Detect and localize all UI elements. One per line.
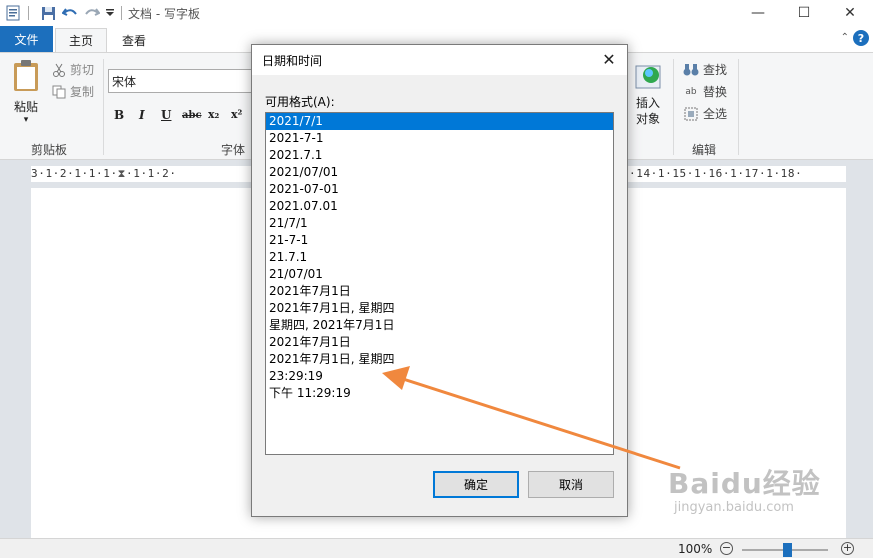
font-group-label: 字体 — [221, 143, 246, 157]
cut-label: 剪切 — [70, 63, 95, 77]
dialog-close-button[interactable]: ✕ — [599, 50, 619, 70]
strikethrough-button[interactable]: abc — [182, 110, 202, 121]
format-list-item[interactable]: 21.7.1 — [266, 249, 613, 266]
find-label: 查找 — [703, 63, 728, 77]
clipboard-group-label: 剪贴板 — [31, 143, 68, 157]
paste-button[interactable]: 粘贴 ▾ — [8, 59, 44, 125]
undo-icon[interactable] — [61, 4, 79, 22]
copy-label: 复制 — [70, 85, 95, 99]
italic-button[interactable]: I — [139, 108, 145, 122]
date-time-dialog: 日期和时间 ✕ 可用格式(A): 2021/7/1 2021-7-1 2021.7.… — [251, 44, 628, 517]
zoom-slider-thumb[interactable] — [783, 543, 792, 557]
format-list-item[interactable]: 21/7/1 — [266, 215, 613, 232]
underline-button[interactable]: U — [161, 108, 171, 122]
binoculars-icon — [683, 62, 699, 78]
formats-listbox[interactable]: 2021/7/1 2021-7-1 2021.7.1 2021/07/01 2021-0… — [265, 112, 614, 455]
clipboard-icon — [14, 60, 38, 91]
insert-object-button[interactable]: 插入 对象 — [630, 63, 666, 127]
window-title: 文档 - 写字板 — [128, 6, 200, 21]
redo-icon[interactable] — [83, 4, 101, 22]
format-list-item[interactable]: 21-7-1 — [266, 232, 613, 249]
group-divider — [738, 59, 739, 155]
cancel-button[interactable]: 取消 — [528, 471, 614, 498]
insert-object-label-2: 对象 — [635, 112, 660, 126]
cut-button[interactable]: 剪切 — [52, 61, 94, 78]
customize-toolbar-icon[interactable] — [105, 4, 115, 22]
replace-icon: ab — [685, 86, 697, 97]
edit-group-label: 编辑 — [692, 143, 717, 157]
format-list-item[interactable]: 23:29:19 — [266, 368, 613, 385]
close-window-button[interactable]: ✕ — [827, 0, 873, 26]
format-list-item[interactable]: 2021/07/01 — [266, 164, 613, 181]
watermark-sub: jingyan.baidu.com — [674, 500, 794, 515]
select-all-icon — [683, 106, 699, 122]
format-list-item[interactable]: 21/07/01 — [266, 266, 613, 283]
select-all-button[interactable]: 全选 — [683, 105, 727, 122]
format-list-item[interactable]: 下午 11:29:19 — [266, 385, 613, 402]
scissors-icon — [52, 63, 66, 77]
superscript-button[interactable]: x² — [231, 108, 242, 121]
replace-button[interactable]: ab 替换 — [683, 83, 727, 100]
format-list-item[interactable]: 2021年7月1日, 星期四 — [266, 300, 613, 317]
group-divider — [673, 59, 674, 155]
app-icon — [4, 4, 22, 22]
title-bar: 文档 - 写字板 — ☐ ✕ — [0, 0, 873, 26]
format-list-item[interactable]: 2021.7.1 — [266, 147, 613, 164]
format-list-item[interactable]: 2021-07-01 — [266, 181, 613, 198]
insert-object-label-1: 插入 — [635, 96, 660, 110]
indent-marker-icon[interactable]: ⧗ — [118, 167, 126, 180]
paste-dropdown-icon[interactable]: ▾ — [8, 115, 44, 125]
divider — [28, 6, 29, 20]
help-icon[interactable]: ? — [853, 30, 869, 46]
format-list-item[interactable]: 星期四, 2021年7月1日 — [266, 317, 613, 334]
find-button[interactable]: 查找 — [683, 61, 727, 78]
window-controls: — ☐ ✕ — [735, 0, 873, 26]
dialog-title-bar: 日期和时间 ✕ — [252, 45, 627, 75]
format-list-item[interactable]: 2021年7月1日 — [266, 283, 613, 300]
baidu-watermark: Baidu经验 jingyan.baidu.com — [668, 462, 821, 515]
tab-file[interactable]: 文件 — [0, 26, 53, 52]
paste-label: 粘贴 — [13, 100, 38, 114]
font-name-box[interactable]: 宋体 — [108, 69, 258, 93]
tab-view[interactable]: 查看 — [110, 28, 158, 52]
dialog-title: 日期和时间 — [262, 53, 323, 68]
format-list-item[interactable]: 2021年7月1日 — [266, 334, 613, 351]
group-divider — [103, 59, 104, 155]
formats-label: 可用格式(A): — [265, 95, 335, 109]
minimize-button[interactable]: — — [735, 0, 781, 26]
ruler-left-ticks: 3·1·2·1·1·1· — [31, 167, 118, 180]
tab-home[interactable]: 主页 — [55, 28, 107, 52]
divider — [121, 6, 122, 20]
bold-button[interactable]: B — [114, 108, 124, 122]
format-list-item[interactable]: 2021.07.01 — [266, 198, 613, 215]
status-bar: 100% − + — [0, 538, 873, 558]
copy-button[interactable]: 复制 — [52, 83, 94, 100]
ruler-right-ticks: ·14·1·15·1·16·1·17·1·18· — [629, 167, 803, 180]
ok-button[interactable]: 确定 — [433, 471, 519, 498]
copy-icon — [52, 85, 66, 99]
maximize-button[interactable]: ☐ — [781, 0, 827, 26]
ruler-middle-ticks: ·1·1·2· — [126, 167, 177, 180]
insert-object-icon — [635, 65, 661, 89]
watermark-main: Baidu经验 — [668, 467, 821, 500]
zoom-out-button[interactable]: − — [720, 542, 733, 555]
format-list-item[interactable]: 2021-7-1 — [266, 130, 613, 147]
format-list-item[interactable]: 2021年7月1日, 星期四 — [266, 351, 613, 368]
zoom-in-button[interactable]: + — [841, 542, 854, 555]
subscript-button[interactable]: x₂ — [208, 108, 219, 121]
zoom-level: 100% — [678, 542, 713, 556]
replace-label: 替换 — [703, 85, 728, 99]
minimize-ribbon-icon[interactable]: ⌃ — [841, 32, 849, 43]
format-list-item[interactable]: 2021/7/1 — [266, 113, 613, 130]
quick-access-toolbar: 文档 - 写字板 — [0, 0, 200, 26]
save-icon[interactable] — [39, 4, 57, 22]
select-all-label: 全选 — [703, 107, 728, 121]
